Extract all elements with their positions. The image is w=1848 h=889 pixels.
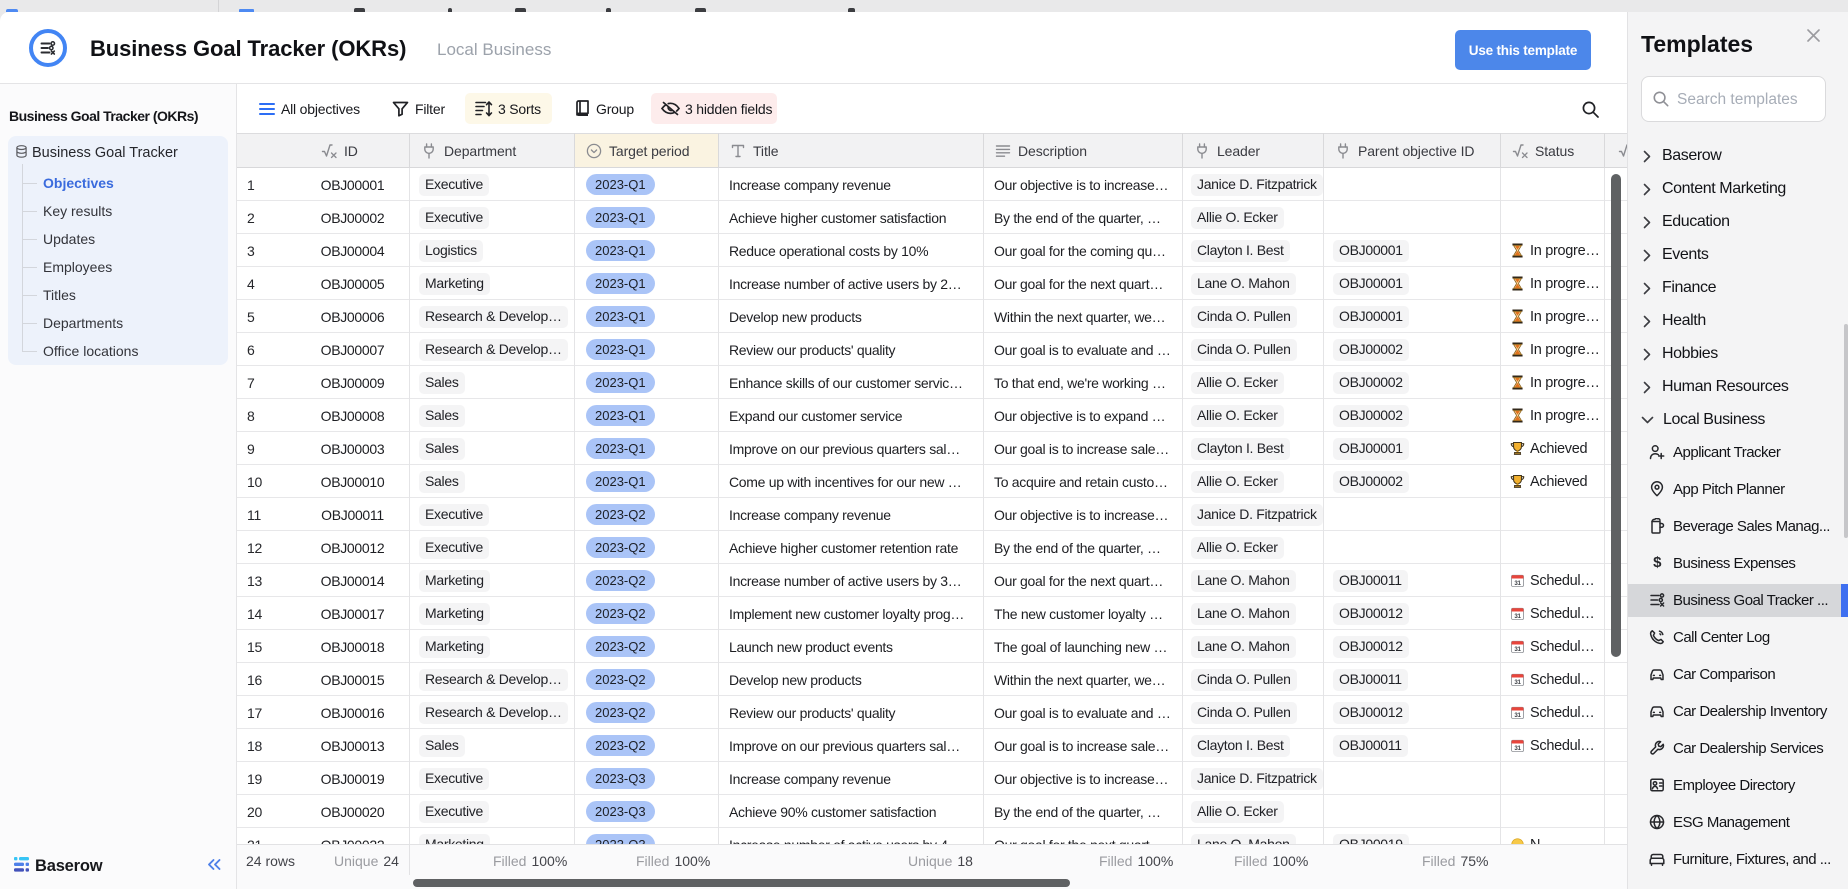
svg-text:31: 31: [1514, 745, 1521, 752]
svg-text:31: 31: [1514, 646, 1521, 653]
svg-text:31: 31: [1514, 580, 1521, 587]
svg-text:31: 31: [1514, 613, 1521, 620]
svg-text:31: 31: [1514, 679, 1521, 686]
svg-text:31: 31: [1514, 712, 1521, 719]
